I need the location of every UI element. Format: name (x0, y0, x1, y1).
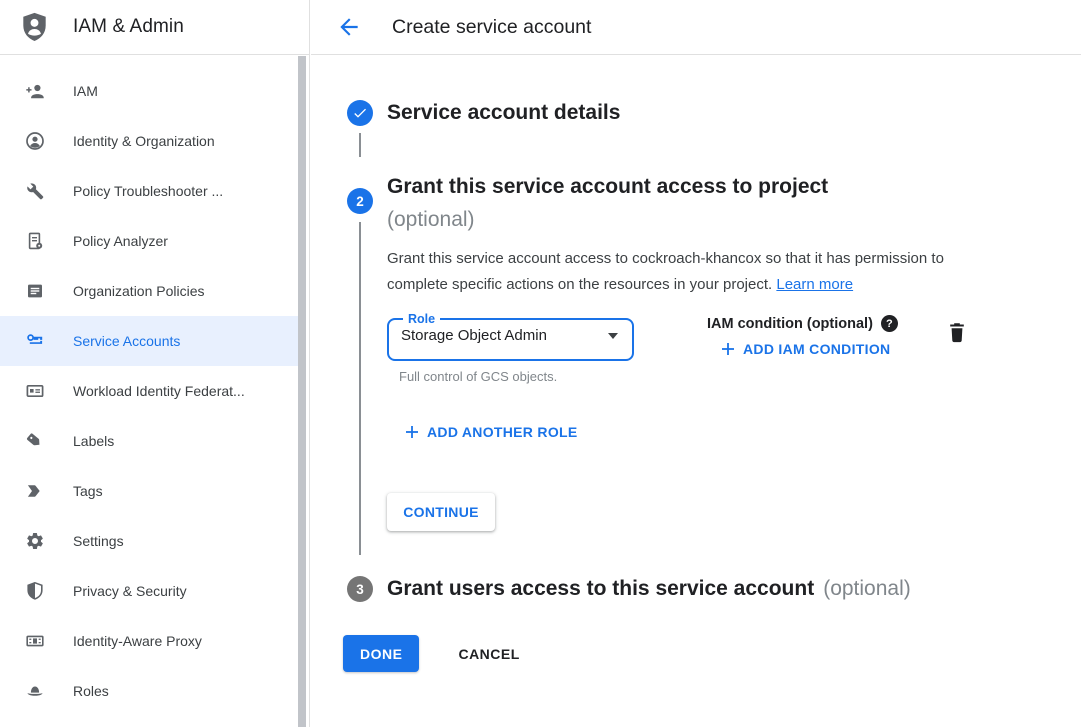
step-2-number-badge: 2 (347, 188, 373, 214)
stepper-connector (359, 222, 361, 555)
sidebar-scrollbar[interactable] (298, 56, 306, 727)
service-accounts-icon (25, 331, 45, 351)
help-icon[interactable]: ? (881, 315, 898, 332)
sidebar-item-policy-analyzer[interactable]: Policy Analyzer (0, 216, 299, 266)
cancel-button[interactable]: CANCEL (452, 645, 525, 663)
step-2-optional-label: (optional) (387, 203, 987, 236)
iam-admin-shield-icon (21, 12, 48, 43)
step-2-rail: 2 (347, 170, 373, 555)
person-add-icon (25, 81, 45, 101)
sidebar-nav: IAM Identity & Organization Policy Troub… (0, 55, 299, 716)
add-iam-condition-button[interactable]: ADD IAM CONDITION (722, 341, 890, 357)
tag-icon (25, 481, 45, 501)
sidebar-item-identity-aware-proxy[interactable]: Identity-Aware Proxy (0, 616, 299, 666)
form-actions: DONE CANCEL (343, 635, 1081, 672)
step-3-title: Grant users access to this service accou… (387, 576, 814, 602)
step-2-title: Grant this service account access to pro… (387, 170, 987, 236)
step-1-rail (347, 100, 373, 161)
role-field-label: Role (403, 312, 440, 326)
sidebar-item-roles[interactable]: Roles (0, 666, 299, 716)
step-3-optional-label: (optional) (823, 576, 911, 602)
step-3-rail: 3 (347, 576, 373, 602)
product-title: IAM & Admin (73, 16, 184, 38)
back-arrow-icon[interactable] (336, 14, 362, 40)
sidebar-item-labels[interactable]: Labels (0, 416, 299, 466)
role-helper-text: Full control of GCS objects. (387, 369, 634, 384)
step-2-description: Grant this service account access to coc… (387, 246, 967, 298)
sidebar-item-tags[interactable]: Tags (0, 466, 299, 516)
step-1-service-account-details: Service account details (347, 100, 1081, 161)
sidebar-item-service-accounts[interactable]: Service Accounts (0, 316, 299, 366)
iam-condition-block: IAM condition (optional) ? ADD IAM CONDI… (707, 312, 898, 357)
step-1-completed-check-icon (347, 100, 373, 126)
step-1-title: Service account details (387, 100, 620, 126)
page-header: Create service account (311, 0, 1081, 55)
step-3-number-badge: 3 (347, 576, 373, 602)
stepper-content: Service account details 2 Grant this ser… (311, 55, 1081, 672)
plus-icon (406, 426, 418, 438)
gear-icon (25, 531, 45, 551)
identity-icon (25, 131, 45, 151)
plus-icon (722, 343, 734, 355)
sidebar-item-settings[interactable]: Settings (0, 516, 299, 566)
role-select[interactable]: Role Storage Object Admin (387, 312, 634, 361)
policy-analyzer-icon (25, 231, 45, 251)
page-title: Create service account (392, 16, 591, 39)
step-3-grant-users-access: 3 Grant users access to this service acc… (347, 576, 1081, 602)
label-icon (25, 431, 45, 451)
role-selected-value: Storage Object Admin (401, 327, 547, 344)
iap-icon (25, 631, 45, 651)
chevron-down-icon (608, 333, 618, 339)
sidebar-item-iam[interactable]: IAM (0, 66, 299, 116)
sidebar-header: IAM & Admin (0, 0, 309, 55)
role-row: Role Storage Object Admin Full control o… (387, 312, 987, 384)
workload-identity-icon (25, 381, 45, 401)
stepper-connector (359, 133, 361, 157)
sidebar-item-policy-troubleshooter[interactable]: Policy Troubleshooter ... (0, 166, 299, 216)
sidebar-item-workload-identity-federat[interactable]: Workload Identity Federat... (0, 366, 299, 416)
learn-more-link[interactable]: Learn more (776, 276, 853, 293)
sidebar-item-organization-policies[interactable]: Organization Policies (0, 266, 299, 316)
delete-role-trash-icon[interactable] (947, 322, 967, 344)
org-policies-icon (25, 281, 45, 301)
continue-button[interactable]: CONTINUE (387, 493, 495, 531)
wrench-icon (25, 181, 45, 201)
step-2-grant-access: 2 Grant this service account access to p… (347, 170, 1081, 555)
iam-condition-label: IAM condition (optional) (707, 316, 873, 332)
main-panel: Create service account Service account d… (311, 0, 1081, 727)
sidebar-item-privacy-security[interactable]: Privacy & Security (0, 566, 299, 616)
sidebar: IAM & Admin IAM Identity & Organization … (0, 0, 310, 727)
sidebar-item-identity-organization[interactable]: Identity & Organization (0, 116, 299, 166)
done-button[interactable]: DONE (343, 635, 419, 672)
hat-icon (25, 681, 45, 701)
shield-icon (25, 581, 45, 601)
add-another-role-button[interactable]: ADD ANOTHER ROLE (406, 424, 578, 440)
